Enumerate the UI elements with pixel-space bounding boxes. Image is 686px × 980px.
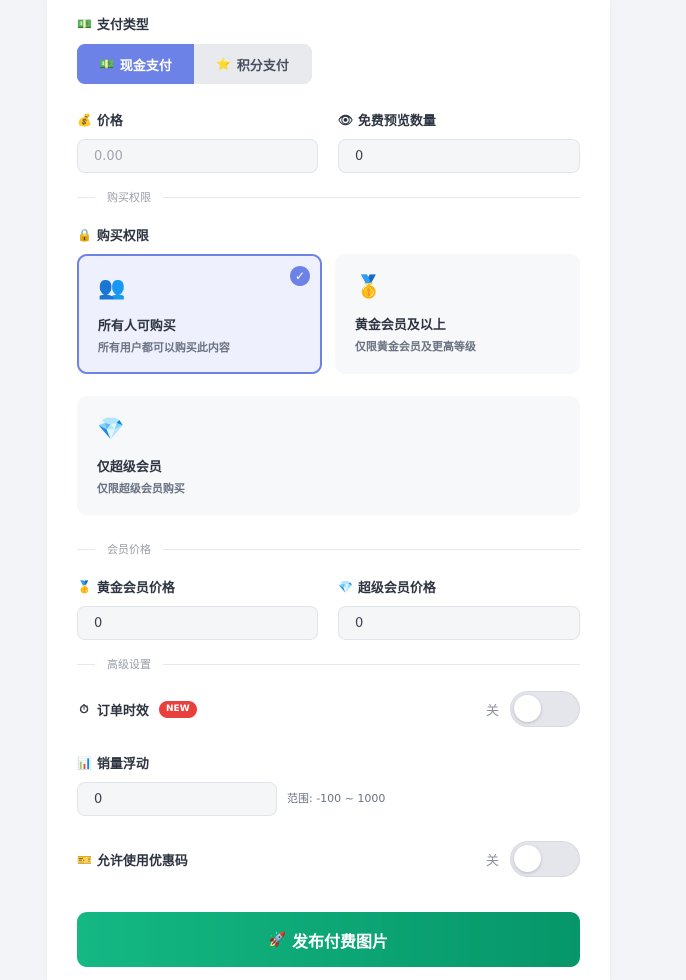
coupon-row: 🎫 允许使用优惠码 关 xyxy=(77,841,580,877)
permission-option-super[interactable]: 💎 仅超级会员 仅限超级会员购买 xyxy=(77,396,580,515)
order-timing-toggle[interactable] xyxy=(510,691,580,727)
price-input[interactable]: 0.00 xyxy=(77,139,318,173)
member-price-divider: 会员价格 xyxy=(77,542,580,556)
money-bag-icon: 💰 xyxy=(77,112,92,127)
cash-icon: 💵 xyxy=(99,57,114,71)
option-desc: 仅限黄金会员及更高等级 xyxy=(355,340,476,353)
order-timing-label-text: 订单时效 xyxy=(97,704,150,719)
purchase-permission-label: 🔒 购买权限 xyxy=(77,225,150,245)
option-title: 黄金会员及以上 xyxy=(355,318,447,333)
order-timing-label: ⏱ 订单时效 NEW xyxy=(77,700,197,719)
order-timing-row: ⏱ 订单时效 NEW 关 xyxy=(77,691,580,727)
coupon-toggle[interactable] xyxy=(510,841,580,877)
sales-float-label-text: 销量浮动 xyxy=(97,757,150,772)
gold-price-input[interactable]: 0 xyxy=(77,606,318,640)
checkmark-icon: ✓ xyxy=(290,266,310,286)
bar-chart-icon: 📊 xyxy=(77,755,92,770)
points-payment-button[interactable]: ⭐ 积分支付 xyxy=(194,44,311,84)
advanced-divider: 高级设置 xyxy=(77,657,580,671)
divider-text: 高级设置 xyxy=(107,658,151,671)
option-desc: 所有用户都可以购买此内容 xyxy=(98,341,230,354)
cash-payment-label: 现金支付 xyxy=(119,58,172,74)
option-title: 所有人可购买 xyxy=(98,319,177,334)
divider-text: 购买权限 xyxy=(107,191,151,204)
gold-price-label-text: 黄金会员价格 xyxy=(97,581,176,596)
payment-type-label-text: 支付类型 xyxy=(97,18,150,33)
ticket-icon: 🎫 xyxy=(77,852,92,867)
preview-count-input[interactable]: 0 xyxy=(338,139,580,173)
order-timing-state: 关 xyxy=(485,704,499,719)
rocket-icon: 🚀 xyxy=(268,931,287,948)
toggle-knob xyxy=(514,845,541,872)
publish-label: 发布付费图片 xyxy=(292,931,389,951)
new-badge: NEW xyxy=(159,701,197,718)
price-label: 💰 价格 xyxy=(77,110,124,130)
form-card: 💵 支付类型 💵 现金支付 ⭐ 积分支付 💰 价格 👁 免费预览数量 0.00 … xyxy=(47,0,610,980)
coupon-label: 🎫 允许使用优惠码 xyxy=(77,850,189,870)
lock-icon: 🔒 xyxy=(77,227,92,242)
eye-icon: 👁 xyxy=(338,112,354,127)
cash-icon: 💵 xyxy=(77,16,92,31)
toggle-knob xyxy=(514,695,541,722)
coupon-state: 关 xyxy=(485,854,499,869)
price-label-text: 价格 xyxy=(97,114,124,129)
publish-button[interactable]: 🚀 发布付费图片 xyxy=(77,912,580,967)
super-price-label: 💎 超级会员价格 xyxy=(338,577,437,597)
gold-medal-icon: 🥇 xyxy=(77,579,92,594)
sales-float-label: 📊 销量浮动 xyxy=(77,753,150,773)
preview-count-label-text: 免费预览数量 xyxy=(358,114,437,129)
sales-float-range: 范围: -100 ~ 1000 xyxy=(287,792,386,805)
diamond-icon: 💎 xyxy=(338,579,353,594)
points-payment-label: 积分支付 xyxy=(236,58,289,74)
super-price-label-text: 超级会员价格 xyxy=(358,581,437,596)
diamond-icon: 💎 xyxy=(97,417,125,442)
payment-type-toggle: 💵 现金支付 ⭐ 积分支付 xyxy=(77,44,312,84)
cash-payment-button[interactable]: 💵 现金支付 xyxy=(77,44,194,84)
preview-count-label: 👁 免费预览数量 xyxy=(338,110,437,130)
option-title: 仅超级会员 xyxy=(97,460,163,475)
sales-float-input[interactable]: 0 xyxy=(77,782,277,816)
star-icon: ⭐ xyxy=(216,57,231,71)
divider-text: 会员价格 xyxy=(107,543,151,556)
super-price-input[interactable]: 0 xyxy=(338,606,580,640)
permission-option-everyone[interactable]: 👥 所有人可购买 所有用户都可以购买此内容 ✓ xyxy=(77,254,322,374)
gold-price-label: 🥇 黄金会员价格 xyxy=(77,577,176,597)
gold-medal-icon: 🥇 xyxy=(355,275,383,300)
permission-option-gold[interactable]: 🥇 黄金会员及以上 仅限黄金会员及更高等级 xyxy=(335,254,580,374)
people-icon: 👥 xyxy=(98,276,126,301)
purchase-permission-label-text: 购买权限 xyxy=(97,229,150,244)
stopwatch-icon: ⏱ xyxy=(79,702,89,716)
option-desc: 仅限超级会员购买 xyxy=(97,482,185,495)
coupon-label-text: 允许使用优惠码 xyxy=(97,854,189,869)
purchase-permission-divider: 购买权限 xyxy=(77,190,580,204)
payment-type-label: 💵 支付类型 xyxy=(77,14,150,34)
